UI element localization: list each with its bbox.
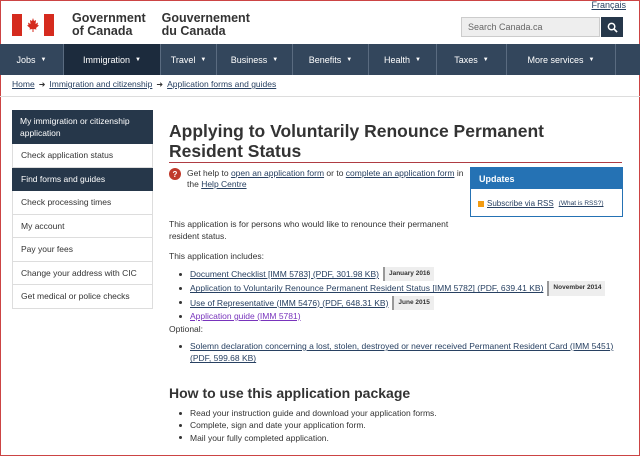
updates-panel: Updates Subscribe via RSS (What is RSS?)	[470, 167, 623, 217]
intro-text: This application is for persons who woul…	[169, 219, 449, 241]
list-item: Solemn declaration concerning a lost, st…	[179, 340, 613, 352]
application-form-link[interactable]: Application to Voluntarily Renounce Perm…	[190, 282, 543, 294]
menu-travel[interactable]: Travel ▼	[161, 44, 217, 75]
menu-more-services[interactable]: More services ▼	[507, 44, 616, 75]
sidebar-item-change-address[interactable]: Change your address with CIC	[12, 261, 153, 285]
updates-heading: Updates	[471, 168, 622, 189]
date-badge: November 2014	[547, 281, 606, 296]
sidebar-item-find-forms[interactable]: Find forms and guides	[12, 167, 153, 191]
chevron-down-icon: ▼	[40, 56, 47, 63]
breadcrumb-immigration[interactable]: Immigration and citizenship	[49, 79, 152, 89]
menu-immigration[interactable]: Immigration ▼	[64, 44, 161, 75]
canada-flag-icon	[12, 14, 54, 36]
sidebar-item-medical-checks[interactable]: Get medical or police checks	[12, 285, 153, 309]
sidebar-item-processing-times[interactable]: Check processing times	[12, 191, 153, 215]
date-badge: June 2015	[392, 295, 434, 310]
main-menu: Jobs ▼ Immigration ▼ Travel ▼ Business ▼ Ben…	[0, 44, 640, 75]
menu-taxes[interactable]: Taxes ▼	[437, 44, 507, 75]
sidebar-item-my-account[interactable]: My account	[12, 214, 153, 238]
sidebar-heading[interactable]: My immigration or citizenship applicatio…	[12, 110, 153, 144]
date-badge: January 2016	[382, 267, 435, 282]
chevron-down-icon: ▼	[588, 56, 595, 63]
how-to-heading: How to use this application package	[169, 385, 411, 401]
language-toggle-link[interactable]: Français	[591, 0, 626, 10]
menu-health[interactable]: Health ▼	[369, 44, 437, 75]
list-item: Application guide (IMM 5781)	[179, 310, 605, 322]
question-icon: ?	[169, 168, 181, 180]
chevron-down-icon: ▼	[346, 56, 353, 63]
chevron-down-icon: ▼	[482, 56, 489, 63]
sidebar-item-check-status[interactable]: Check application status	[12, 144, 153, 168]
government-signature[interactable]: Government of Canada Gouvernement du Can…	[12, 12, 250, 38]
help-text: Get help to open an application form or …	[187, 168, 464, 189]
search-input[interactable]: Search Canada.ca	[461, 17, 600, 37]
breadcrumb-home[interactable]: Home	[12, 79, 35, 89]
list-item: Read your instruction guide and download…	[179, 407, 437, 419]
help-centre-link[interactable]: Help Centre	[201, 179, 246, 189]
list-item: (PDF, 599.68 KB)	[179, 352, 613, 364]
sidebar: My immigration or citizenship applicatio…	[12, 110, 153, 309]
list-item: Application to Voluntarily Renounce Perm…	[179, 281, 606, 296]
breadcrumb: Home ➜ Immigration and citizenship ➜ App…	[12, 79, 276, 89]
menu-jobs[interactable]: Jobs ▼	[0, 44, 64, 75]
solemn-declaration-link[interactable]: Solemn declaration concerning a lost, st…	[190, 340, 613, 352]
breadcrumb-forms[interactable]: Application forms and guides	[167, 79, 276, 89]
open-form-help-link[interactable]: open an application form	[231, 168, 324, 178]
includes-label: This application includes:	[169, 251, 264, 261]
search-button[interactable]	[601, 17, 623, 37]
application-guide-link[interactable]: Application guide (IMM 5781)	[190, 310, 301, 322]
help-notice: ? Get help to open an application form o…	[169, 168, 469, 190]
gov-name-english: Government of Canada	[72, 11, 146, 38]
list-item: Use of Representative (IMM 5476) (PDF, 6…	[179, 295, 605, 310]
menu-benefits[interactable]: Benefits ▼	[293, 44, 369, 75]
optional-label: Optional:	[169, 324, 204, 334]
breadcrumb-divider	[0, 96, 640, 97]
rss-icon	[478, 200, 484, 207]
menu-business[interactable]: Business ▼	[217, 44, 293, 75]
what-is-rss-link[interactable]: (What is RSS?)	[559, 200, 604, 207]
arrow-right-icon: ➜	[156, 79, 164, 89]
chevron-down-icon: ▼	[415, 56, 421, 63]
sidebar-item-pay-fees[interactable]: Pay your fees	[12, 238, 153, 262]
chevron-down-icon: ▼	[272, 56, 279, 63]
page-title: Applying to Voluntarily Renounce Permane…	[169, 121, 544, 161]
search-icon	[607, 22, 618, 33]
steps-list: Read your instruction guide and download…	[179, 407, 437, 444]
arrow-right-icon: ➜	[38, 79, 46, 89]
chevron-down-icon: ▼	[135, 56, 141, 63]
list-item: Mail your fully completed application.	[179, 432, 437, 444]
use-of-representative-link[interactable]: Use of Representative (IMM 5476) (PDF, 6…	[190, 297, 388, 309]
document-checklist-link[interactable]: Document Checklist [IMM 5783] (PDF, 301.…	[190, 268, 379, 280]
title-divider	[169, 162, 622, 163]
includes-list: Document Checklist [IMM 5783] (PDF, 301.…	[179, 267, 606, 322]
gov-name-french: Gouvernement du Canada	[161, 11, 250, 38]
complete-form-help-link[interactable]: complete an application form	[346, 168, 455, 178]
subscribe-rss-link[interactable]: Subscribe via RSS	[487, 199, 554, 208]
solemn-declaration-size-link[interactable]: (PDF, 599.68 KB)	[190, 352, 256, 364]
list-item: Complete, sign and date your application…	[179, 419, 437, 431]
chevron-down-icon: ▼	[200, 56, 207, 63]
list-item: Document Checklist [IMM 5783] (PDF, 301.…	[179, 267, 605, 282]
optional-list: Solemn declaration concerning a lost, st…	[179, 340, 613, 365]
